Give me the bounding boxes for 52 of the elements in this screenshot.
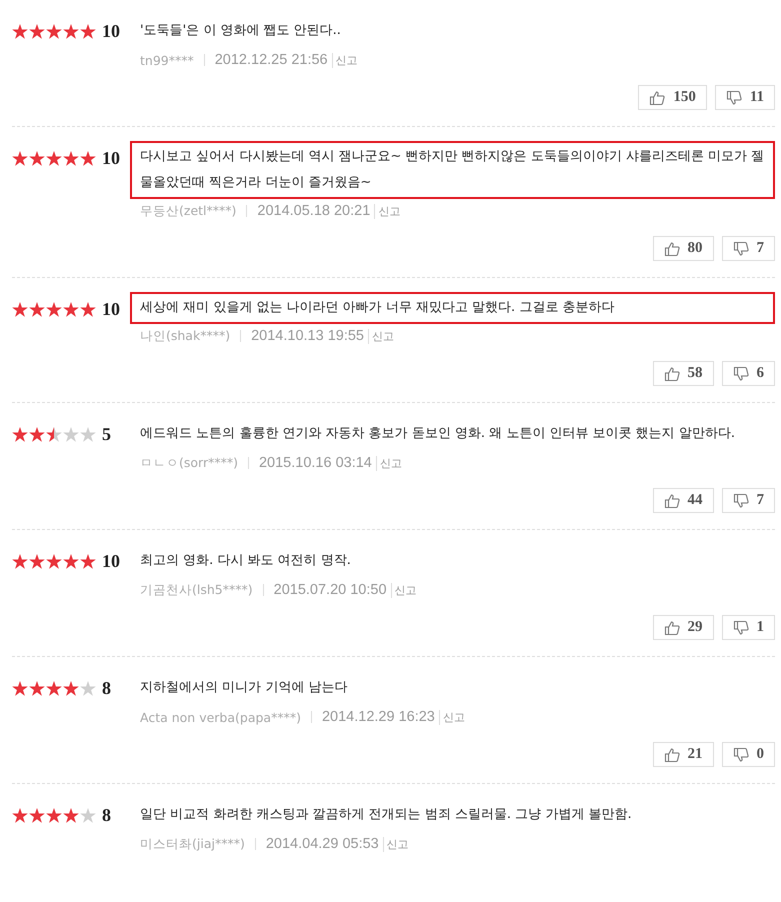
review-author: 미스터촤(jiaj****): [140, 836, 245, 852]
thumbs-down-icon: [732, 620, 748, 636]
rating-score: 8: [102, 678, 111, 698]
thumbs-down-icon: [732, 240, 748, 256]
review-author: 무등산(zetl****): [140, 202, 236, 220]
like-button[interactable]: 58: [652, 361, 714, 386]
review-date: 2014.10.13 19:55: [251, 328, 364, 344]
review-author: ㅁㄴㅇ(sorr****): [140, 454, 238, 472]
dislike-button[interactable]: 6: [722, 361, 775, 386]
thumbs-down-icon: [732, 746, 748, 762]
review-text: 일단 비교적 화려한 캐스팅과 깔끔하게 전개되는 범죄 스릴러물. 그냥 가볍게 볼만함.: [140, 806, 633, 824]
review-text: 에드워드 노튼의 훌륭한 연기와 자동차 홍보가 돋보인 영화. 왜 노튼이 인터뷰 보이콧 했는지 알만하다.: [140, 425, 736, 443]
dislike-button[interactable]: 7: [722, 488, 775, 513]
review-date: 2015.10.16 03:14: [258, 455, 372, 471]
like-button[interactable]: 29: [652, 615, 714, 640]
thumbs-down-icon: [732, 492, 748, 508]
thumbs-up-icon: [649, 90, 666, 106]
review-text: 다시보고 싶어서 다시봤는데 역시 잼나군요~ 뻔하지만 뻔하지않은 도둑들의이야기 샤를리즈테론 미모가 젤 물올았던때 찍은거라 더눈이 즐거웠음~: [130, 141, 775, 199]
review-text: 세상에 재미 있을게 없는 나이라던 아빠가 너무 재밌다고 말했다. 그걸로 충분하다: [130, 292, 775, 324]
dislike-button[interactable]: 0: [722, 742, 775, 767]
review-text: '도둑들'은 이 영화에 쨉도 안된다..: [140, 22, 342, 40]
review-author: tn99****: [140, 52, 194, 68]
dislike-button[interactable]: 1: [722, 615, 775, 640]
review-date: 2015.07.20 10:50: [274, 582, 387, 598]
like-button[interactable]: 21: [652, 742, 714, 767]
review-author: 기곰천사(lsh5****): [140, 582, 253, 598]
dislike-button[interactable]: 11: [714, 85, 775, 110]
review-author: 나인(shak****): [140, 328, 230, 344]
rating-score: 5: [102, 424, 111, 444]
rating-score: 8: [102, 804, 111, 826]
like-button[interactable]: 150: [638, 85, 707, 110]
thumbs-up-icon: [664, 366, 680, 382]
rating-score: 10: [102, 298, 120, 320]
review-date: 2014.12.29 16:23: [322, 709, 435, 725]
thumbs-up-icon: [664, 746, 680, 762]
rating-score: 10: [102, 20, 120, 42]
review-date: 2014.04.29 05:53: [266, 836, 379, 852]
thumbs-up-icon: [664, 492, 680, 508]
dislike-button[interactable]: 7: [722, 236, 775, 261]
review-date: 2012.12.25 21:56: [214, 52, 328, 68]
review-text: 지하철에서의 미니가 기억에 남는다: [140, 679, 348, 697]
review-text: 최고의 영화. 다시 봐도 여전히 명작.: [140, 552, 352, 570]
review-date: 2014.05.18 20:21: [257, 203, 370, 219]
rating-score: 10: [102, 148, 120, 168]
rating-score: 10: [102, 550, 120, 572]
review-author: Acta non verba(papa****): [140, 710, 301, 724]
like-button[interactable]: 80: [652, 236, 714, 261]
thumbs-down-icon: [732, 366, 748, 382]
thumbs-up-icon: [664, 620, 680, 636]
thumbs-up-icon: [664, 240, 680, 256]
like-button[interactable]: 44: [652, 488, 714, 513]
thumbs-down-icon: [726, 90, 742, 106]
